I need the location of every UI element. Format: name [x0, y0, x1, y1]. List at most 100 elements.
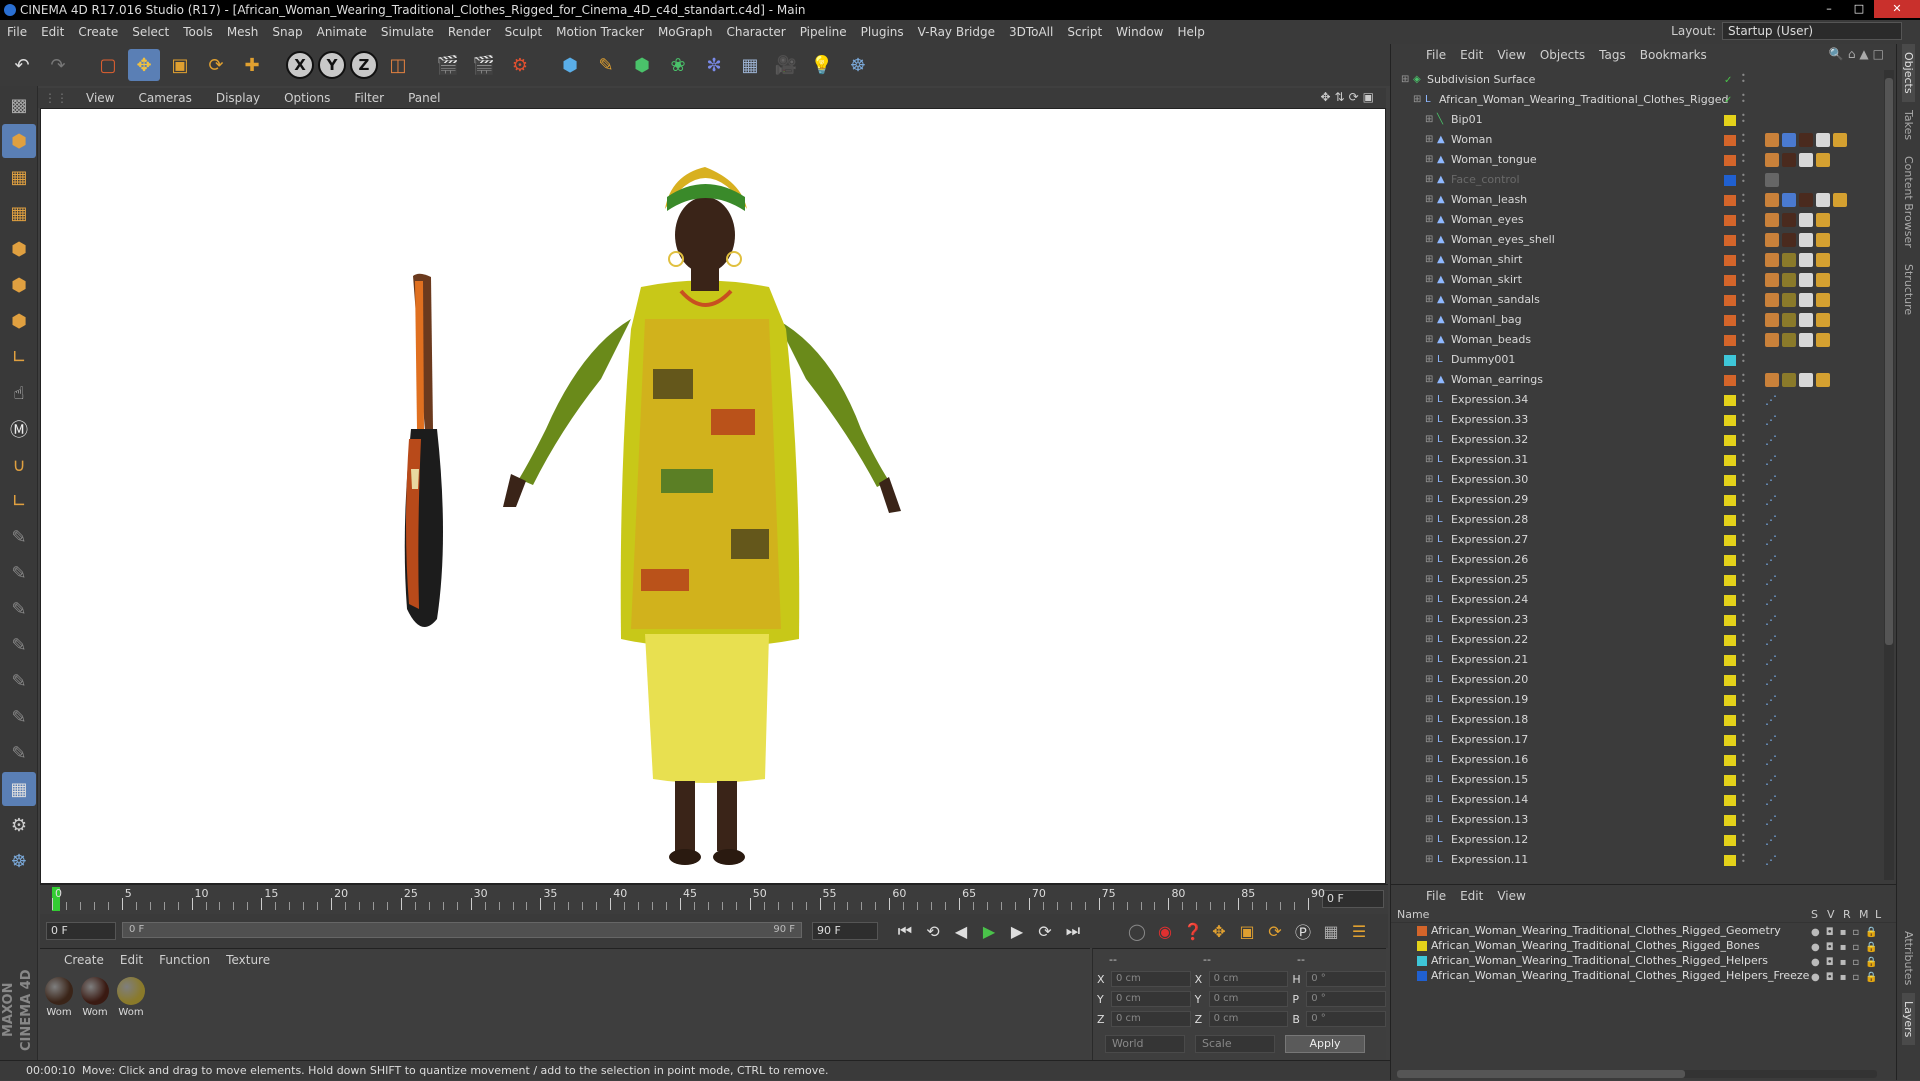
- object-row[interactable]: ⊞ L African_Woman_Wearing_Traditional_Clot…: [1391, 90, 1897, 110]
- object-row[interactable]: ⊞ ▲ Woman_earrings • •: [1391, 370, 1897, 390]
- object-row[interactable]: ⊞ ▲ Woman_eyes • •: [1391, 210, 1897, 230]
- expand-toggle-icon[interactable]: ⊞: [1425, 335, 1435, 345]
- xpresso-tag-icon[interactable]: ⋰: [1765, 673, 1779, 687]
- expand-toggle-icon[interactable]: ⊞: [1425, 835, 1435, 845]
- side-tab-content-browser[interactable]: Content Browser: [1902, 148, 1915, 256]
- expand-toggle-icon[interactable]: ⊞: [1425, 395, 1435, 405]
- object-layer-swatch[interactable]: [1724, 435, 1736, 446]
- object-row[interactable]: ⊞ ▲ Woman_shirt • •: [1391, 250, 1897, 270]
- object-tag-icon[interactable]: [1816, 333, 1830, 347]
- expand-toggle-icon[interactable]: ⊞: [1425, 415, 1435, 425]
- visibility-dots-icon[interactable]: • •: [1741, 112, 1747, 127]
- xpresso-tag-icon[interactable]: ⋰: [1765, 613, 1779, 627]
- current-frame-field[interactable]: 0 F: [46, 922, 116, 940]
- object-layer-swatch[interactable]: [1724, 355, 1736, 366]
- xpresso-tag-icon[interactable]: ⋰: [1765, 633, 1779, 647]
- viewport-menu-panel[interactable]: Panel: [396, 88, 452, 108]
- sculpt-brush-5-icon[interactable]: ✎: [2, 664, 36, 698]
- object-row[interactable]: ⊞ L Expression.18 • • ⋰: [1391, 710, 1897, 730]
- deformer-icon[interactable]: ✼: [698, 49, 730, 81]
- object-menu-edit[interactable]: Edit: [1453, 48, 1490, 62]
- object-tag-icon[interactable]: [1782, 373, 1796, 387]
- model-mode-icon[interactable]: ⬢: [2, 124, 36, 158]
- object-manager-search-icons[interactable]: 🔍⌂▲□: [1829, 47, 1888, 61]
- object-layer-swatch[interactable]: [1724, 615, 1736, 626]
- xpresso-tag-icon[interactable]: ⋰: [1765, 813, 1779, 827]
- edges-mode-icon[interactable]: ⬢: [2, 268, 36, 302]
- menu-motion-tracker[interactable]: Motion Tracker: [549, 20, 651, 44]
- object-layer-swatch[interactable]: [1724, 595, 1736, 606]
- object-menu-tags[interactable]: Tags: [1592, 48, 1633, 62]
- xpresso-tag-icon[interactable]: ⋰: [1765, 553, 1779, 567]
- object-tag-icon[interactable]: [1782, 293, 1796, 307]
- expand-toggle-icon[interactable]: ⊞: [1401, 75, 1411, 85]
- timeline-end-field[interactable]: 0 F: [1322, 890, 1384, 908]
- object-check-icon[interactable]: ✓: [1724, 95, 1736, 106]
- play-forward-icon[interactable]: ▶: [976, 918, 1002, 944]
- object-layer-swatch[interactable]: [1724, 575, 1736, 586]
- object-tag-icon[interactable]: [1765, 193, 1779, 207]
- record-point-level-icon[interactable]: ▦: [1318, 918, 1344, 944]
- minimize-button[interactable]: –: [1814, 0, 1844, 18]
- visibility-dots-icon[interactable]: • •: [1741, 852, 1747, 867]
- visibility-dots-icon[interactable]: • •: [1741, 352, 1747, 367]
- menu-select[interactable]: Select: [125, 20, 176, 44]
- object-row[interactable]: ⊞ ▲ Woman • •: [1391, 130, 1897, 150]
- timeline-ruler[interactable]: 0 F 0 5 10 15 20 25 30 35 40 45 50 55 60 65 70 75 80 85 90: [40, 884, 1388, 914]
- object-layer-swatch[interactable]: [1724, 735, 1736, 746]
- xpresso-tag-icon[interactable]: ⋰: [1765, 713, 1779, 727]
- menu-mesh[interactable]: Mesh: [220, 20, 266, 44]
- object-tag-icon[interactable]: [1799, 133, 1813, 147]
- object-tag-icon[interactable]: [1782, 213, 1796, 227]
- visibility-dots-icon[interactable]: • •: [1741, 812, 1747, 827]
- object-layer-swatch[interactable]: [1724, 175, 1736, 186]
- visibility-dots-icon[interactable]: • •: [1741, 492, 1747, 507]
- visibility-dots-icon[interactable]: • •: [1741, 452, 1747, 467]
- object-layer-swatch[interactable]: [1724, 155, 1736, 166]
- object-layer-swatch[interactable]: [1724, 755, 1736, 766]
- object-layer-swatch[interactable]: [1724, 275, 1736, 286]
- sculpt-brush-6-icon[interactable]: ✎: [2, 700, 36, 734]
- object-row[interactable]: ⊞ L Expression.32 • • ⋰: [1391, 430, 1897, 450]
- workplane-mode-icon[interactable]: ▦: [2, 196, 36, 230]
- object-layer-swatch[interactable]: [1724, 335, 1736, 346]
- record-position-icon[interactable]: ✥: [1206, 918, 1232, 944]
- menu-file[interactable]: File: [0, 20, 34, 44]
- coord-field-c[interactable]: 0 °: [1306, 971, 1386, 987]
- object-row[interactable]: ⊞ ▲ Woman_eyes_shell • •: [1391, 230, 1897, 250]
- object-tag-icon[interactable]: [1799, 333, 1813, 347]
- expand-toggle-icon[interactable]: ⊞: [1425, 355, 1435, 365]
- visibility-dots-icon[interactable]: • •: [1741, 532, 1747, 547]
- object-layer-swatch[interactable]: [1724, 215, 1736, 226]
- python-icon[interactable]: ☸: [842, 49, 874, 81]
- coord-mode-world-dropdown[interactable]: World: [1105, 1035, 1185, 1053]
- object-row[interactable]: ⊞ L Expression.26 • • ⋰: [1391, 550, 1897, 570]
- visibility-dots-icon[interactable]: • •: [1741, 592, 1747, 607]
- object-row[interactable]: ⊞ ▲ Woman_beads • •: [1391, 330, 1897, 350]
- coord-field-b[interactable]: 0 cm: [1208, 971, 1289, 987]
- object-row[interactable]: ⊞ ▲ Woman_sandals • •: [1391, 290, 1897, 310]
- object-tag-icon[interactable]: [1799, 273, 1813, 287]
- object-row[interactable]: ⊞ L Expression.15 • • ⋰: [1391, 770, 1897, 790]
- object-row[interactable]: ⊞ L Expression.31 • • ⋰: [1391, 450, 1897, 470]
- object-row[interactable]: ⊞ L Expression.24 • • ⋰: [1391, 590, 1897, 610]
- object-tag-icon[interactable]: [1765, 273, 1779, 287]
- light-icon[interactable]: 💡: [806, 49, 838, 81]
- object-row[interactable]: ⊞ L Expression.22 • • ⋰: [1391, 630, 1897, 650]
- expand-toggle-icon[interactable]: ⊞: [1425, 255, 1435, 265]
- object-layer-swatch[interactable]: [1724, 635, 1736, 646]
- object-layer-swatch[interactable]: [1724, 455, 1736, 466]
- visibility-dots-icon[interactable]: • •: [1741, 552, 1747, 567]
- object-layer-swatch[interactable]: [1724, 535, 1736, 546]
- object-tag-icon[interactable]: [1799, 153, 1813, 167]
- previous-frame-icon[interactable]: ◀: [948, 918, 974, 944]
- texture-mode-icon[interactable]: ▦: [2, 160, 36, 194]
- xpresso-tag-icon[interactable]: ⋰: [1765, 653, 1779, 667]
- rotate-tool-icon[interactable]: ⟳: [200, 49, 232, 81]
- visibility-dots-icon[interactable]: • •: [1741, 272, 1747, 287]
- visibility-dots-icon[interactable]: • •: [1741, 832, 1747, 847]
- xpresso-tag-icon[interactable]: ⋰: [1765, 753, 1779, 767]
- material-swatch[interactable]: Wom: [44, 977, 74, 1018]
- object-layer-swatch[interactable]: [1724, 315, 1736, 326]
- layer-menu-view[interactable]: View: [1490, 889, 1532, 903]
